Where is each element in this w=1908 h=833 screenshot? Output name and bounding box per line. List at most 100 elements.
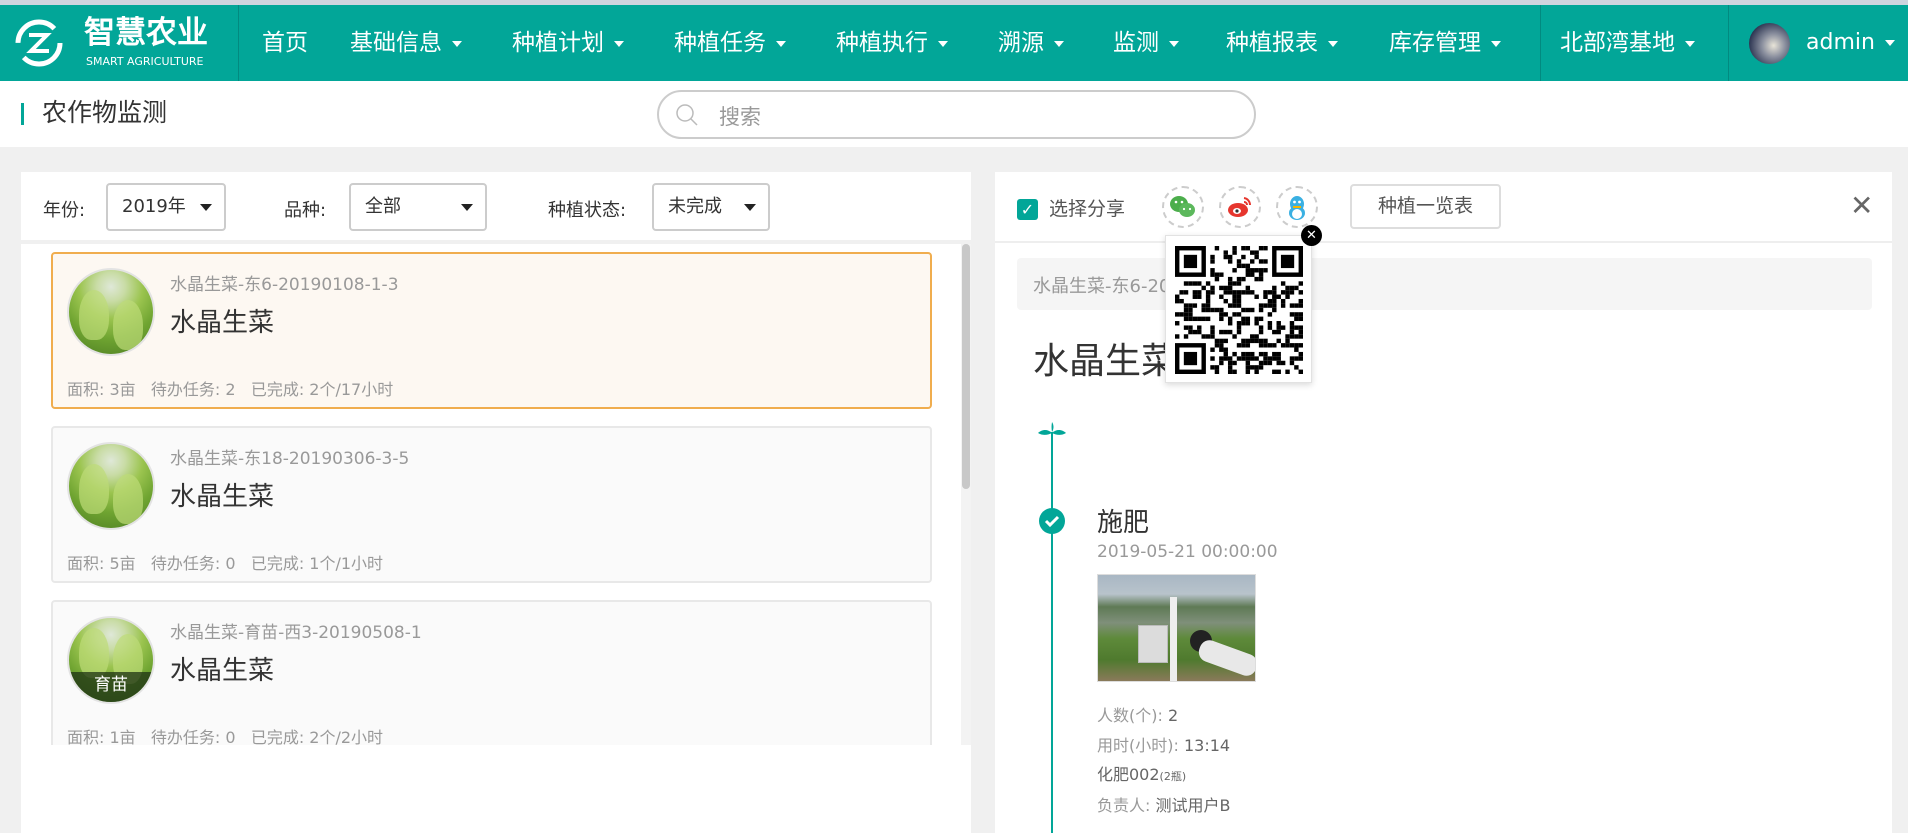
- task-duration: 用时(小时): 13:14: [1097, 732, 1230, 756]
- caret-down-icon: [614, 40, 624, 47]
- task-people: 人数(个): 2: [1097, 702, 1178, 726]
- search-input[interactable]: 搜索: [657, 90, 1256, 139]
- nav-divider: [1540, 5, 1541, 81]
- share-label: 选择分享: [1049, 198, 1126, 220]
- seedling-badge: 育苗: [69, 672, 153, 702]
- crop-card[interactable]: 育苗 水晶生菜-育苗-西3-20190508-1 水晶生菜 面积: 1亩 待办任…: [51, 600, 932, 745]
- caret-down-icon: [1054, 40, 1064, 47]
- status-value: 未完成: [668, 196, 722, 217]
- crop-detail-panel: ✓ 选择分享 种植一览表 ✕ 水晶生菜-东6-20190108-1-3 水晶生菜…: [995, 172, 1892, 833]
- nav-basic-info[interactable]: 基础信息: [350, 5, 462, 81]
- close-panel-button[interactable]: ✕: [1850, 186, 1873, 226]
- nav-label: 种植报表: [1226, 30, 1318, 56]
- caret-down-icon: [938, 40, 948, 47]
- weibo-share-button[interactable]: [1219, 186, 1261, 228]
- crop-list-panel: 年份: 2019年 品种: 全部 种植状态: 未完成 水晶生菜-东6-20190…: [21, 172, 971, 833]
- nav-monitoring[interactable]: 监测: [1113, 5, 1179, 81]
- top-navbar: 智慧农业 SMART AGRICULTURE 首页 基础信息 种植计划 种植任务…: [0, 5, 1908, 81]
- base-label: 北部湾基地: [1560, 30, 1675, 56]
- qq-icon: [1289, 196, 1305, 220]
- owner-label: 负责人:: [1097, 796, 1151, 815]
- nav-planting-task[interactable]: 种植任务: [674, 5, 786, 81]
- status-select[interactable]: 未完成: [652, 183, 770, 231]
- year-label: 年份:: [43, 200, 86, 221]
- people-label: 人数(个):: [1097, 706, 1163, 725]
- duration-label: 用时(小时):: [1097, 736, 1179, 755]
- list-scrollbar[interactable]: [961, 244, 971, 745]
- logo-subtitle: SMART AGRICULTURE: [86, 55, 204, 68]
- variety-label: 品种:: [284, 200, 327, 221]
- crop-thumbnail: [67, 268, 155, 356]
- logo-text: 智慧农业: [84, 15, 208, 51]
- task-owner: 负责人: 测试用户B: [1097, 792, 1230, 816]
- task-complete-icon: [1039, 508, 1065, 534]
- owner-value: 测试用户B: [1155, 796, 1231, 815]
- timeline-line: [1051, 442, 1053, 833]
- task-photo[interactable]: [1097, 574, 1256, 682]
- nav-label: 监测: [1113, 30, 1159, 56]
- nav-label: 基础信息: [350, 30, 442, 56]
- nav-label: 库存管理: [1389, 30, 1481, 56]
- logo[interactable]: 智慧农业 SMART AGRICULTURE: [0, 5, 239, 81]
- caret-down-icon: [1491, 40, 1501, 47]
- nav-label: 溯源: [998, 30, 1044, 56]
- nav-label: 种植计划: [512, 30, 604, 56]
- wechat-share-button[interactable]: [1162, 186, 1204, 228]
- share-checkbox[interactable]: ✓: [1017, 199, 1038, 220]
- photo-pipe: [1196, 637, 1255, 679]
- page-title: 农作物监测: [42, 98, 168, 127]
- nav-traceability[interactable]: 溯源: [998, 5, 1064, 81]
- status-label: 种植状态:: [548, 200, 627, 221]
- year-value: 2019年: [122, 196, 186, 217]
- title-accent-bar: [21, 103, 24, 125]
- caret-down-icon: [1685, 40, 1695, 47]
- qq-share-button[interactable]: [1276, 186, 1318, 228]
- detail-divider: [995, 241, 1892, 243]
- crop-card[interactable]: 水晶生菜-东18-20190306-3-5 水晶生菜 面积: 5亩 待办任务: …: [51, 426, 932, 583]
- caret-down-icon: [200, 204, 212, 211]
- variety-select[interactable]: 全部: [349, 183, 487, 231]
- detail-crop-name: 水晶生菜: [1033, 341, 1178, 382]
- qr-close-button[interactable]: ✕: [1301, 225, 1322, 246]
- nav-inventory[interactable]: 库存管理: [1389, 5, 1501, 81]
- weibo-icon: [1228, 197, 1252, 217]
- task-material: 化肥002(2瓶): [1097, 761, 1186, 785]
- caret-down-icon: [1328, 40, 1338, 47]
- year-select[interactable]: 2019年: [106, 183, 226, 231]
- nav-reports[interactable]: 种植报表: [1226, 5, 1338, 81]
- duration-value: 13:14: [1183, 736, 1231, 755]
- user-avatar[interactable]: [1749, 23, 1790, 64]
- photo-device-box: [1138, 625, 1168, 663]
- crop-code-bar: 水晶生菜-东6-20190108-1-3: [1017, 258, 1872, 310]
- page-header: 农作物监测 搜索: [0, 81, 1908, 147]
- nav-home[interactable]: 首页: [262, 5, 308, 81]
- user-menu[interactable]: admin: [1806, 5, 1895, 81]
- search-icon: [676, 104, 698, 126]
- nav-planting-execution[interactable]: 种植执行: [836, 5, 948, 81]
- crop-stats: 面积: 5亩 待办任务: 0 已完成: 1个/1小时: [67, 554, 384, 573]
- material-name: 化肥002: [1097, 765, 1160, 784]
- base-selector[interactable]: 北部湾基地: [1560, 5, 1695, 81]
- people-value: 2: [1167, 706, 1179, 725]
- crop-name: 水晶生菜: [170, 308, 275, 338]
- caret-down-icon: [461, 204, 473, 211]
- planting-overview-button[interactable]: 种植一览表: [1350, 184, 1501, 229]
- crop-thumbnail: [67, 442, 155, 530]
- variety-value: 全部: [365, 196, 401, 217]
- nav-planting-plan[interactable]: 种植计划: [512, 5, 624, 81]
- material-qty: (2瓶): [1159, 770, 1187, 783]
- crop-code: 水晶生菜-东18-20190306-3-5: [170, 449, 410, 469]
- photo-pipe: [1170, 597, 1177, 681]
- scrollbar-thumb[interactable]: [962, 244, 970, 489]
- sprout-icon: [1038, 422, 1066, 444]
- crop-name: 水晶生菜: [170, 656, 275, 686]
- crop-card[interactable]: 水晶生菜-东6-20190108-1-3 水晶生菜 面积: 3亩 待办任务: 2…: [51, 252, 932, 409]
- crop-stats: 面积: 3亩 待办任务: 2 已完成: 2个/17小时: [67, 380, 394, 399]
- nav-label: 种植执行: [836, 30, 928, 56]
- caret-down-icon: [452, 40, 462, 47]
- crop-list: 水晶生菜-东6-20190108-1-3 水晶生菜 面积: 3亩 待办任务: 2…: [21, 244, 971, 745]
- caret-down-icon: [776, 40, 786, 47]
- task-title: 施肥: [1097, 508, 1150, 538]
- nav-divider: [1728, 5, 1729, 81]
- task-date: 2019-05-21 00:00:00: [1097, 542, 1278, 562]
